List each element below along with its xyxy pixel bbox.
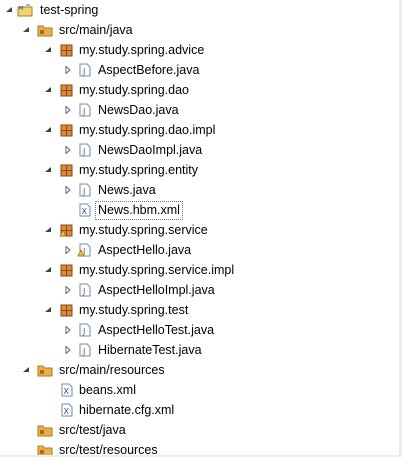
svg-text:J: J (82, 67, 85, 76)
chevron-down-icon[interactable] (22, 26, 30, 34)
tree-item-label: AspectBefore.java (98, 63, 200, 77)
tree-item-file-news-dao[interactable]: J NewsDao.java (0, 100, 399, 120)
tree-item-pkg-test[interactable]: my.study.spring.test (0, 300, 399, 320)
java-file-icon: J (77, 143, 93, 157)
package-icon (59, 123, 75, 137)
tree-item-file-news-hbm[interactable]: X News.hbm.xml (0, 200, 399, 220)
chevron-right-icon[interactable] (64, 326, 72, 334)
tree-item-label: my.study.spring.service (79, 223, 208, 237)
svg-text:M: M (19, 6, 23, 12)
tree-item-label: my.study.spring.dao (79, 83, 190, 97)
tree-item-src-main-resources[interactable]: src/main/resources (0, 360, 399, 380)
chevron-right-icon[interactable] (64, 146, 72, 154)
chevron-right-icon[interactable] (64, 106, 72, 114)
tree-item-file-hibernate-cfg[interactable]: X hibernate.cfg.xml (0, 400, 399, 420)
chevron-down-icon[interactable] (5, 6, 13, 14)
tree-item-pkg-service[interactable]: my.study.spring.service (0, 220, 399, 240)
package-icon (59, 83, 75, 97)
xml-file-icon: X (59, 383, 75, 397)
tree-item-file-news[interactable]: J News.java (0, 180, 399, 200)
tree-item-file-beans-xml[interactable]: X beans.xml (0, 380, 399, 400)
svg-text:J: J (82, 347, 85, 356)
tree-item-src-main-java[interactable]: src/main/java (0, 20, 399, 40)
tree-item-label: test-spring (40, 3, 99, 17)
tree-item-pkg-dao-impl[interactable]: my.study.spring.dao.impl (0, 120, 399, 140)
chevron-down-icon[interactable] (44, 306, 52, 314)
java-project-icon: M (17, 3, 33, 17)
svg-text:X: X (82, 207, 88, 216)
chevron-down-icon[interactable] (44, 266, 52, 274)
xml-file-icon: X (59, 403, 75, 417)
tree-item-label: src/test/resources (59, 443, 158, 457)
svg-text:J: J (82, 107, 85, 116)
chevron-down-icon[interactable] (44, 166, 52, 174)
project-explorer-tree: M test-spring src/main/java my.study.spr… (0, 0, 399, 460)
tree-item-label: src/main/resources (59, 363, 165, 377)
tree-item-label: NewsDao.java (98, 103, 179, 117)
tree-item-label: AspectHello.java (98, 243, 192, 257)
chevron-right-icon[interactable] (64, 346, 72, 354)
source-folder-icon (37, 423, 53, 437)
java-file-icon: J (77, 343, 93, 357)
tree-item-src-test-java[interactable]: src/test/java (0, 420, 399, 440)
chevron-down-icon[interactable] (44, 86, 52, 94)
tree-item-file-aspect-before[interactable]: J AspectBefore.java (0, 60, 399, 80)
tree-item-pkg-service-impl[interactable]: my.study.spring.service.impl (0, 260, 399, 280)
tree-item-file-aspect-hello[interactable]: J AspectHello.java (0, 240, 399, 260)
tree-item-label: News.hbm.xml (95, 201, 183, 220)
package-icon (59, 303, 75, 317)
tree-item-label: hibernate.cfg.xml (79, 403, 175, 417)
tree-item-label: beans.xml (79, 383, 136, 397)
tree-item-pkg-advice[interactable]: my.study.spring.advice (0, 40, 399, 60)
tree-item-pkg-dao[interactable]: my.study.spring.dao (0, 80, 399, 100)
svg-text:J: J (82, 147, 85, 156)
svg-text:J: J (82, 327, 85, 336)
tree-item-label: my.study.spring.dao.impl (79, 123, 216, 137)
java-file-icon: J (77, 323, 93, 337)
chevron-down-icon[interactable] (22, 366, 30, 374)
tree-item-project[interactable]: M test-spring (0, 0, 399, 20)
java-file-icon: J (77, 183, 93, 197)
svg-text:J: J (82, 187, 85, 196)
chevron-down-icon[interactable] (44, 126, 52, 134)
package-icon (59, 163, 75, 177)
tree-item-label: my.study.spring.test (79, 303, 189, 317)
tree-item-label: NewsDaoImpl.java (98, 143, 203, 157)
tree-item-src-test-resources[interactable]: src/test/resources (0, 440, 399, 460)
package-icon (59, 263, 75, 277)
chevron-right-icon[interactable] (64, 286, 72, 294)
tree-item-label: src/test/java (59, 423, 126, 437)
source-folder-icon (37, 23, 53, 37)
package-icon (59, 43, 75, 57)
tree-item-label: News.java (98, 183, 156, 197)
chevron-down-icon[interactable] (44, 46, 52, 54)
tree-item-file-aspect-hello-impl[interactable]: J AspectHelloImpl.java (0, 280, 399, 300)
tree-item-label: AspectHelloTest.java (98, 323, 215, 337)
chevron-right-icon[interactable] (64, 66, 72, 74)
java-file-icon: J (77, 103, 93, 117)
tree-item-label: src/main/java (59, 23, 133, 37)
chevron-right-icon[interactable] (64, 186, 72, 194)
java-file-warning-icon: J (77, 243, 93, 257)
tree-item-file-news-dao-impl[interactable]: J NewsDaoImpl.java (0, 140, 399, 160)
tree-item-file-hibernate-test[interactable]: J HibernateTest.java (0, 340, 399, 360)
source-folder-icon (37, 363, 53, 377)
tree-item-file-aspect-hello-test[interactable]: J AspectHelloTest.java (0, 320, 399, 340)
tree-item-label: AspectHelloImpl.java (98, 283, 215, 297)
tree-item-label: my.study.spring.service.impl (79, 263, 235, 277)
tree-item-pkg-entity[interactable]: my.study.spring.entity (0, 160, 399, 180)
tree-item-label: my.study.spring.advice (79, 43, 205, 57)
package-warning-icon (59, 223, 75, 237)
chevron-down-icon[interactable] (44, 226, 52, 234)
svg-text:X: X (64, 387, 70, 396)
java-file-icon: J (77, 283, 93, 297)
svg-text:J: J (82, 287, 85, 296)
xml-file-icon: X (77, 203, 93, 217)
java-file-icon: J (77, 63, 93, 77)
svg-text:X: X (64, 407, 70, 416)
chevron-right-icon[interactable] (64, 246, 72, 254)
tree-item-label: HibernateTest.java (98, 343, 202, 357)
tree-item-label: my.study.spring.entity (79, 163, 199, 177)
